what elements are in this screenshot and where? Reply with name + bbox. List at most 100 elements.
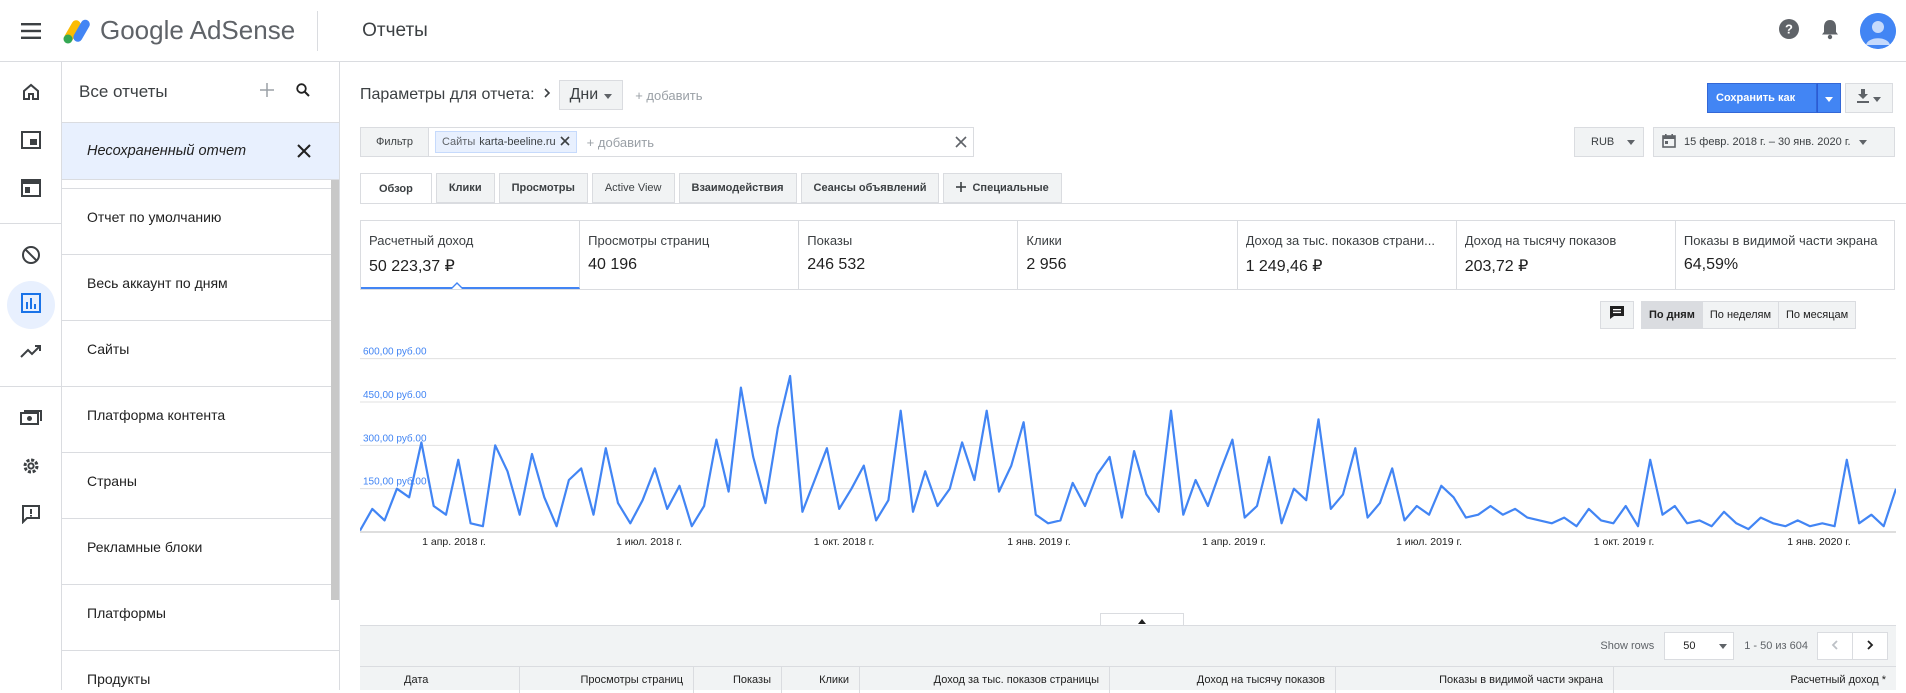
currency-dropdown[interactable]: RUB xyxy=(1574,127,1644,157)
save-as-button[interactable]: Сохранить как xyxy=(1707,83,1817,113)
page-title: Отчеты xyxy=(362,19,428,41)
nav-ads[interactable] xyxy=(0,118,62,166)
close-icon[interactable] xyxy=(297,144,311,162)
clear-filter-icon[interactable] xyxy=(955,135,967,153)
column-header-pageviews[interactable]: Просмотры страниц xyxy=(520,667,694,693)
metric-value: 40 196 xyxy=(588,256,638,273)
column-header-page-rpm[interactable]: Доход за тыс. показов страницы xyxy=(860,667,1110,693)
chevron-left-icon xyxy=(1831,639,1839,654)
report-item-countries[interactable]: Страны xyxy=(62,452,339,508)
nav-sites[interactable] xyxy=(0,166,62,214)
payments-icon xyxy=(20,409,42,431)
y-tick-label: 150,00 руб.00 xyxy=(363,476,427,488)
tab-views[interactable]: Просмотры xyxy=(498,173,588,203)
tab-active-view[interactable]: Active View xyxy=(591,173,675,203)
x-tick-label: 1 июл. 2019 г. xyxy=(1396,536,1462,548)
params-label: Параметры для отчета: xyxy=(360,86,535,103)
report-item-content-platform[interactable]: Платформа контента xyxy=(62,386,339,442)
nav-home[interactable] xyxy=(0,70,62,118)
table-header-row: Дата Просмотры страниц Показы Клики Дохо… xyxy=(360,666,1896,693)
chip-remove-icon[interactable] xyxy=(560,135,570,149)
reports-icon xyxy=(21,292,41,318)
x-tick-label: 1 апр. 2019 г. xyxy=(1202,536,1266,548)
table-controls: Show rows 50 1 - 50 из 604 xyxy=(1600,632,1888,660)
report-item-label: Платформа контента xyxy=(87,406,226,423)
caret-down-icon xyxy=(1825,89,1833,107)
metric-value: 50 223,37 ₽ xyxy=(369,258,455,275)
tab-clicks[interactable]: Клики xyxy=(435,173,495,203)
reports-panel-title: Все отчеты xyxy=(79,82,168,101)
column-header-impressions[interactable]: Показы xyxy=(694,667,782,693)
next-page-button[interactable] xyxy=(1852,632,1888,660)
collapse-chart-button[interactable] xyxy=(1100,613,1184,625)
nav-settings[interactable] xyxy=(0,444,62,492)
tab-custom[interactable]: Специальные xyxy=(943,173,1062,203)
report-item-label: Сайты xyxy=(87,340,130,357)
report-item-label: Продукты xyxy=(87,670,151,687)
rows-per-page-select[interactable]: 50 xyxy=(1664,632,1735,660)
column-header-viewability[interactable]: Показы в видимой части экрана xyxy=(1336,667,1614,693)
granularity-monthly[interactable]: По месяцам xyxy=(1778,301,1857,329)
report-item-default[interactable]: Отчет по умолчанию xyxy=(62,188,339,244)
granularity-weekly[interactable]: По неделям xyxy=(1701,301,1780,329)
column-header-date[interactable]: Дата xyxy=(360,667,520,693)
tab-label: Сеансы объявлений xyxy=(813,182,927,194)
add-dimension-link[interactable]: + добавить xyxy=(635,88,702,103)
column-header-revenue[interactable]: Расчетный доход * xyxy=(1614,667,1896,693)
svg-text:?: ? xyxy=(1785,21,1793,36)
nav-reports[interactable] xyxy=(0,281,62,329)
save-options-button[interactable] xyxy=(1817,83,1841,113)
nav-blocking[interactable] xyxy=(0,233,62,281)
save-as-label: Сохранить как xyxy=(1716,92,1796,104)
metric-value: 2 956 xyxy=(1026,256,1067,273)
adsense-logo[interactable]: Google AdSense xyxy=(62,15,295,46)
metric-card-revenue[interactable]: Расчетный доход 50 223,37 ₽ xyxy=(361,221,581,289)
metric-card-clicks[interactable]: Клики 2 956 xyxy=(1018,221,1238,289)
comment-icon xyxy=(1609,305,1625,325)
caret-down-icon xyxy=(1873,89,1881,107)
column-header-clicks[interactable]: Клики xyxy=(782,667,860,693)
help-icon[interactable]: ? xyxy=(1778,18,1800,45)
date-range-dropdown[interactable]: 15 февр. 2018 г. – 30 янв. 2020 г. xyxy=(1653,127,1895,157)
reports-scrollbar[interactable] xyxy=(331,180,339,600)
search-icon[interactable] xyxy=(296,82,310,102)
column-header-impression-rpm[interactable]: Доход на тысячу показов xyxy=(1110,667,1336,693)
bell-icon[interactable] xyxy=(1820,18,1840,45)
menu-icon[interactable] xyxy=(0,0,62,62)
settings-icon xyxy=(21,456,41,481)
metric-card-impression-rpm[interactable]: Доход на тысячу показов 203,72 ₽ xyxy=(1457,221,1676,289)
chip-dimension: Сайты xyxy=(441,136,476,148)
metric-card-pageviews[interactable]: Просмотры страниц 40 196 xyxy=(580,221,800,289)
report-item-products[interactable]: Продукты xyxy=(62,650,339,690)
add-report-icon[interactable] xyxy=(260,82,274,102)
filter-chip-sites[interactable]: Сайты karta-beeline.ru xyxy=(434,131,577,153)
tab-ad-sessions[interactable]: Сеансы объявлений xyxy=(800,173,940,203)
filter-add-input[interactable]: + добавить xyxy=(587,135,654,150)
granularity-daily[interactable]: По дням xyxy=(1641,301,1703,329)
tab-interactions[interactable]: Взаимодействия xyxy=(678,173,797,203)
report-params: Параметры для отчета: Дни + добавить xyxy=(360,80,703,110)
metric-card-viewability[interactable]: Показы в видимой части экрана 64,59% xyxy=(1676,221,1894,289)
y-tick-label: 600,00 руб.00 xyxy=(363,346,427,358)
download-button[interactable] xyxy=(1845,83,1893,113)
avatar[interactable] xyxy=(1860,13,1896,49)
nav-feedback[interactable] xyxy=(0,492,62,540)
nav-optimization[interactable] xyxy=(0,329,62,377)
dimension-dropdown[interactable]: Дни xyxy=(558,80,624,110)
metric-value: 64,59% xyxy=(1683,256,1739,273)
metric-label: Показы xyxy=(807,233,853,248)
metric-card-impressions[interactable]: Показы 246 532 xyxy=(799,221,1019,289)
unsaved-report-item[interactable]: Несохраненный отчет xyxy=(62,122,339,180)
nav-payments[interactable] xyxy=(0,396,62,444)
granularity-toggle: По дням По неделям По месяцам xyxy=(1641,301,1857,329)
tab-overview[interactable]: Обзор xyxy=(360,173,432,204)
report-item-sites[interactable]: Сайты xyxy=(62,320,339,376)
report-item-account-by-day[interactable]: Весь аккаунт по дням xyxy=(62,254,339,310)
report-item-label: Платформы xyxy=(87,604,166,621)
metric-card-page-rpm[interactable]: Доход за тыс. показов страни... 1 249,46… xyxy=(1238,221,1457,289)
report-item-ad-units[interactable]: Рекламные блоки xyxy=(62,518,339,574)
previous-page-button[interactable] xyxy=(1817,632,1853,660)
revenue-chart[interactable]: 600,00 руб.00 450,00 руб.00 300,00 руб.00 1… xyxy=(360,340,1896,552)
annotation-button[interactable] xyxy=(1600,301,1634,329)
report-item-platforms[interactable]: Платформы xyxy=(62,584,339,640)
